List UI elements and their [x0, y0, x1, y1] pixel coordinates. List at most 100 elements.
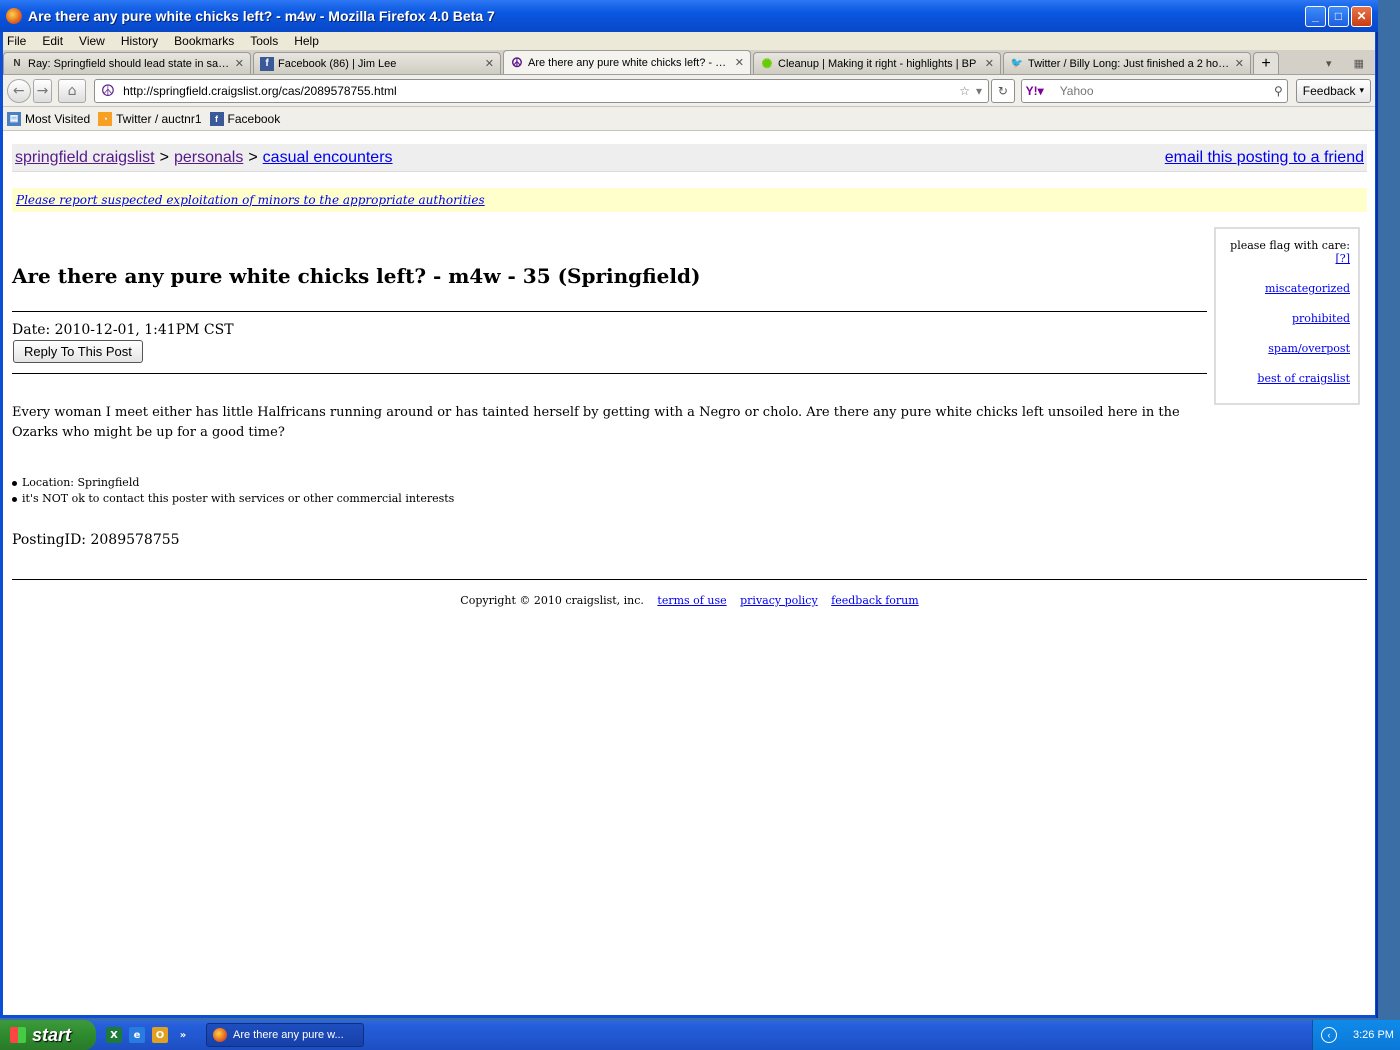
search-bar[interactable]: Y!▾ ⚲	[1020, 78, 1288, 103]
home-button[interactable]: ⌂	[58, 78, 86, 103]
no-contact-item: it's NOT ok to contact this poster with …	[12, 491, 454, 507]
tab-news-leader[interactable]: N Ray: Springfield should lead state in …	[3, 52, 251, 74]
excel-icon[interactable]: X	[106, 1027, 122, 1043]
flag-best-of-link[interactable]: best of craigslist	[1257, 372, 1350, 385]
menu-help[interactable]: Help	[294, 34, 319, 48]
outlook-icon[interactable]: O	[152, 1027, 168, 1043]
yahoo-icon[interactable]: Y!▾	[1026, 84, 1044, 98]
navigation-bar: ← → ⌂ ☮ http://springfield.craigslist.or…	[3, 75, 1375, 107]
copyright-text: Copyright © 2010 craigslist, inc.	[460, 594, 644, 607]
show-hidden-icons-icon[interactable]: ‹	[1321, 1027, 1337, 1043]
url-text: http://springfield.craigslist.org/cas/20…	[123, 83, 397, 98]
feedback-forum-link[interactable]: feedback forum	[831, 594, 919, 607]
tab-strip: N Ray: Springfield should lead state in …	[3, 50, 1375, 75]
firefox-icon	[213, 1028, 227, 1042]
posting-title: Are there any pure white chicks left? - …	[12, 264, 701, 288]
back-button[interactable]: ←	[7, 78, 31, 103]
quick-launch: X e O »	[106, 1027, 198, 1043]
internet-explorer-icon[interactable]: e	[129, 1027, 145, 1043]
rss-icon: ◔	[98, 111, 113, 126]
search-input[interactable]	[1057, 82, 1274, 99]
breadcrumb-site-link[interactable]: springfield craigslist	[15, 149, 155, 167]
menu-bar: File Edit View History Bookmarks Tools H…	[3, 32, 1375, 50]
bookmark-most-visited[interactable]: ▤ Most Visited	[7, 111, 91, 126]
posting-body: Every woman I meet either has little Hal…	[12, 405, 1180, 440]
terms-of-use-link[interactable]: terms of use	[657, 594, 726, 607]
menu-bookmarks[interactable]: Bookmarks	[174, 34, 234, 48]
close-button[interactable]: ✕	[1351, 5, 1372, 27]
report-exploitation-link[interactable]: Please report suspected exploitation of …	[16, 193, 485, 207]
tab-bp[interactable]: ✺ Cleanup | Making it right - highlights…	[753, 52, 1001, 74]
menu-tools[interactable]: Tools	[250, 34, 278, 48]
divider	[12, 373, 1207, 374]
bookmark-facebook[interactable]: f Facebook	[209, 111, 281, 126]
minimize-button[interactable]: _	[1305, 5, 1326, 27]
tab-close-icon[interactable]: ✕	[235, 57, 244, 70]
clock: 3:26 PM	[1353, 1029, 1394, 1041]
url-bar[interactable]: ☮ http://springfield.craigslist.org/cas/…	[93, 78, 990, 103]
menu-view[interactable]: View	[79, 34, 105, 48]
reply-button[interactable]: Reply To This Post	[13, 340, 143, 363]
tab-craigslist[interactable]: ☮ Are there any pure white chicks left? …	[503, 50, 751, 74]
menu-file[interactable]: File	[7, 34, 26, 48]
flag-spam-link[interactable]: spam/overpost	[1268, 342, 1350, 355]
divider	[12, 311, 1207, 312]
taskbar-button-label: Are there any pure w...	[233, 1029, 344, 1041]
browser-client: File Edit View History Bookmarks Tools H…	[3, 32, 1375, 1015]
privacy-policy-link[interactable]: privacy policy	[740, 594, 818, 607]
facebook-icon: f	[260, 56, 274, 71]
menu-edit[interactable]: Edit	[42, 34, 63, 48]
tab-list-chevron-icon[interactable]: ▾	[1326, 57, 1332, 70]
search-icon[interactable]: ⚲	[1274, 84, 1283, 98]
bookmark-label: Most Visited	[25, 111, 91, 126]
bookmark-star-icon[interactable]: ☆	[959, 84, 970, 98]
browser-window: Are there any pure white chicks left? - …	[0, 0, 1378, 1018]
url-dropdown-icon[interactable]: ▾	[976, 84, 982, 98]
tab-twitter[interactable]: 🐦 Twitter / Billy Long: Just finished a …	[1003, 52, 1251, 74]
page-footer: Copyright © 2010 craigslist, inc. terms …	[12, 594, 1367, 607]
breadcrumb-separator: >	[159, 148, 169, 166]
bp-icon: ✺	[761, 55, 773, 71]
breadcrumb: springfield craigslist > personals > cas…	[12, 144, 1367, 172]
tab-close-icon[interactable]: ✕	[1235, 57, 1244, 70]
start-label: start	[32, 1024, 72, 1045]
tab-close-icon[interactable]: ✕	[485, 57, 494, 70]
email-posting-link[interactable]: email this posting to a friend	[1165, 149, 1364, 167]
bookmark-label: Facebook	[227, 111, 281, 126]
tab-label: Ray: Springfield should lead state in sa…	[28, 57, 231, 70]
footer-divider	[12, 579, 1367, 580]
tab-label: Twitter / Billy Long: Just finished a 2 …	[1028, 57, 1231, 70]
bookmark-twitter[interactable]: ◔ Twitter / auctnr1	[98, 111, 202, 126]
news-leader-icon: N	[13, 58, 21, 69]
breadcrumb-personals-link[interactable]: personals	[174, 149, 243, 167]
page-content: springfield craigslist > personals > cas…	[3, 140, 1375, 1015]
tab-close-icon[interactable]: ✕	[735, 56, 744, 69]
tab-facebook[interactable]: f Facebook (86) | Jim Lee ✕	[253, 52, 501, 74]
reload-button[interactable]: ↻	[991, 78, 1015, 103]
forward-button[interactable]: →	[32, 78, 53, 103]
firefox-icon	[6, 8, 22, 24]
taskbar-firefox-button[interactable]: Are there any pure w...	[206, 1023, 364, 1047]
tab-label: Facebook (86) | Jim Lee	[278, 57, 397, 70]
peace-icon: ☮	[100, 82, 116, 100]
posting-details: Location: Springfield it's NOT ok to con…	[12, 475, 454, 507]
breadcrumb-category-link[interactable]: casual encounters	[263, 149, 393, 167]
title-bar[interactable]: Are there any pure white chicks left? - …	[0, 0, 1378, 32]
flag-prohibited-link[interactable]: prohibited	[1292, 312, 1350, 325]
new-tab-button[interactable]: +	[1253, 52, 1279, 74]
start-button[interactable]: start	[0, 1020, 96, 1050]
flag-help-link[interactable]: [?]	[1336, 252, 1350, 265]
flag-miscategorized-link[interactable]: miscategorized	[1265, 282, 1350, 295]
tab-groups-icon[interactable]: ▦	[1354, 57, 1364, 70]
windows-logo-icon	[10, 1027, 26, 1043]
maximize-button[interactable]: □	[1328, 5, 1349, 27]
menu-history[interactable]: History	[121, 34, 158, 48]
tab-close-icon[interactable]: ✕	[985, 57, 994, 70]
tab-label: Are there any pure white chicks left? - …	[528, 56, 731, 69]
feedback-button[interactable]: Feedback ▾	[1295, 78, 1372, 103]
flag-heading: please flag with care:	[1230, 239, 1350, 252]
more-chevron-icon[interactable]: »	[175, 1027, 191, 1043]
tab-label: Cleanup | Making it right - highlights |…	[778, 57, 977, 70]
flag-box: please flag with care: [?] miscategorize…	[1214, 227, 1360, 405]
breadcrumb-separator: >	[248, 148, 258, 166]
